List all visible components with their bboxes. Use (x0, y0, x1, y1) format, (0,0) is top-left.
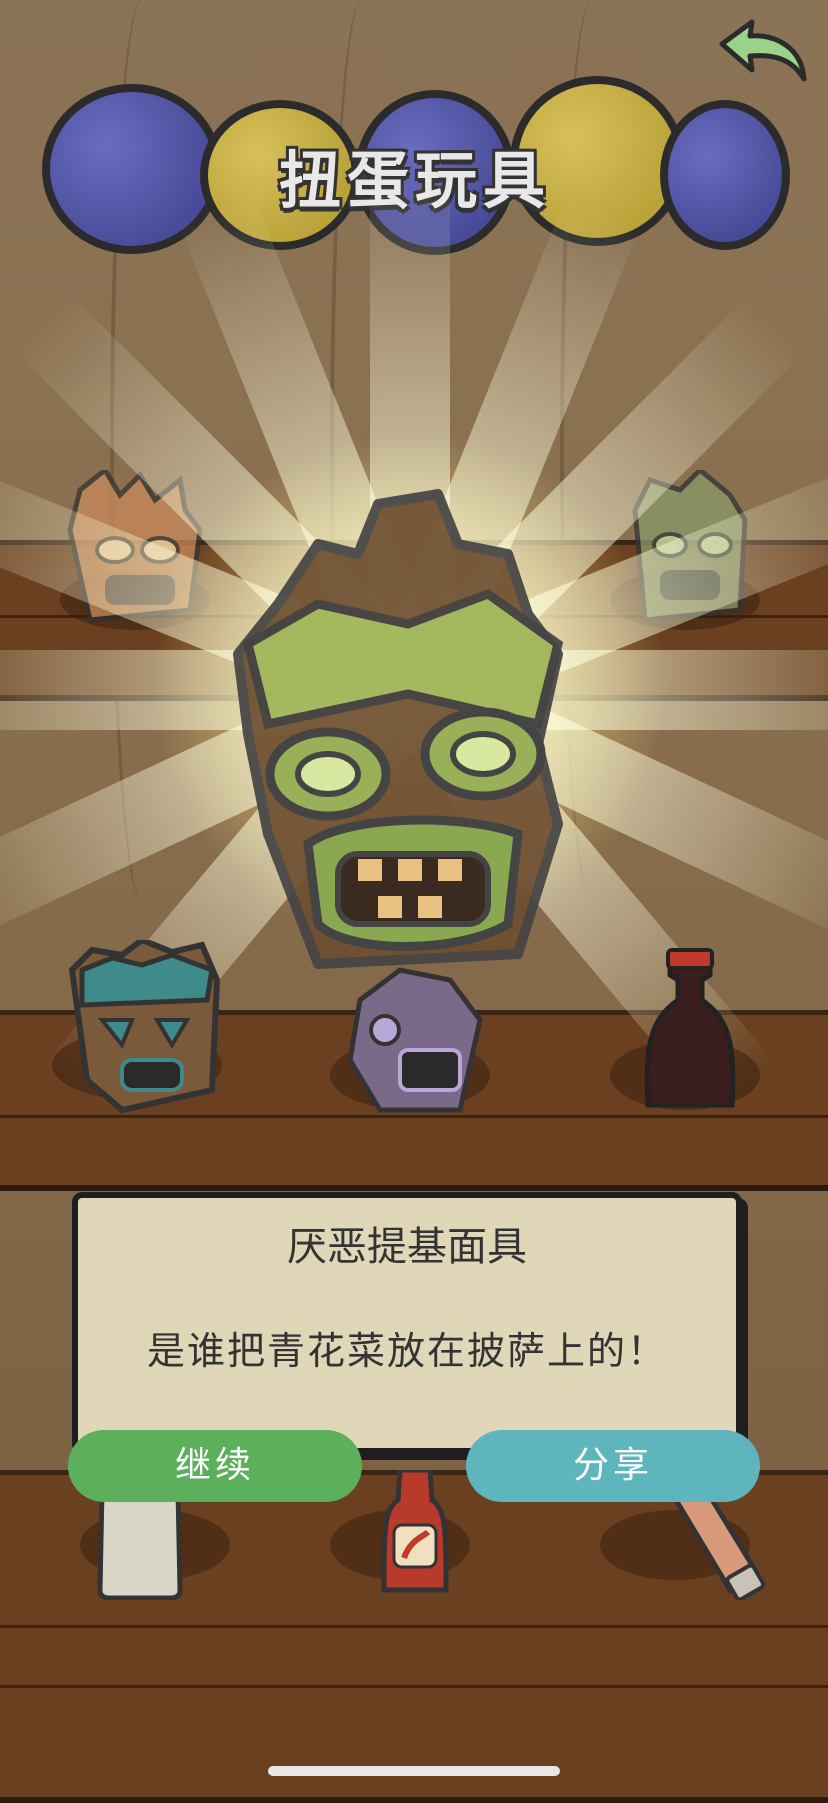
item-dialog: 厌恶提基面具 是谁把青花菜放在披萨上的！ (72, 1192, 742, 1454)
item-description: 是谁把青花菜放在披萨上的！ (146, 1329, 667, 1373)
white-bottle-icon (97, 1490, 183, 1600)
soy-sauce-bottle-icon (644, 948, 736, 1108)
item-name: 厌恶提基面具 (287, 1224, 527, 1270)
green-tiki-mask-icon (233, 489, 564, 969)
hot-sauce-bottle-icon (381, 1470, 449, 1593)
share-button[interactable]: 分享 (466, 1430, 760, 1502)
back-arrow-icon[interactable] (712, 14, 812, 94)
blue-tiki-mask-icon (68, 940, 221, 1114)
continue-button[interactable]: 继续 (68, 1430, 362, 1502)
home-indicator[interactable] (268, 1766, 560, 1776)
